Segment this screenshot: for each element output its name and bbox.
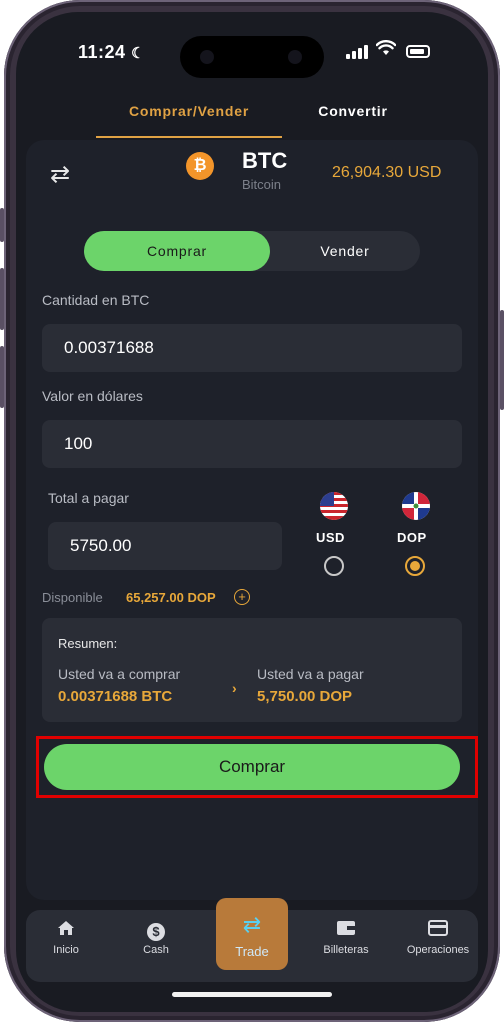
- usd-currency-label: USD: [316, 530, 345, 545]
- volume-down-button: [0, 346, 4, 408]
- wifi-icon: [375, 40, 397, 61]
- tab-buy-sell[interactable]: Comprar/Vender: [96, 100, 282, 138]
- nav-operations-label: Operaciones: [406, 944, 470, 956]
- volume-up-button: [0, 268, 4, 330]
- app-screen: 11:24 ☾ Comprar/Vender Convertir ⇄ ₿ BTC…: [16, 12, 488, 1012]
- summary-buy-label: Usted va a comprar: [58, 666, 181, 682]
- dop-radio[interactable]: [405, 556, 425, 576]
- sensor-icon: [288, 50, 302, 64]
- add-funds-icon[interactable]: +: [234, 589, 250, 605]
- do-flag-icon: [402, 492, 430, 520]
- nav-wallets-label: Billeteras: [323, 944, 369, 956]
- battery-icon: [406, 45, 430, 58]
- coin-name: Bitcoin: [242, 177, 282, 192]
- bitcoin-icon: ₿: [186, 152, 214, 180]
- wallet-icon: [306, 920, 386, 941]
- chevron-right-icon: ›: [232, 680, 237, 696]
- nav-home[interactable]: Inicio: [26, 910, 106, 982]
- buy-button[interactable]: Comprar: [44, 744, 460, 790]
- summary-title: Resumen:: [58, 636, 118, 651]
- available-label: Disponible: [42, 590, 103, 605]
- nav-wallets[interactable]: Billeteras: [306, 910, 386, 982]
- summary-panel: Resumen: Usted va a comprar 0.00371688 B…: [42, 618, 462, 722]
- nav-cash[interactable]: $ Cash: [116, 910, 196, 982]
- usd-radio[interactable]: [324, 556, 344, 576]
- amount-input[interactable]: 0.00371688: [42, 324, 462, 372]
- home-indicator[interactable]: [172, 992, 332, 997]
- status-time: 11:24 ☾: [78, 42, 146, 62]
- total-input[interactable]: 5750.00: [48, 522, 282, 570]
- summary-pay-label: Usted va a pagar: [257, 666, 364, 682]
- toggle-sell[interactable]: Vender: [270, 231, 420, 271]
- summary-pay-value: 5,750.00 DOP: [257, 688, 353, 705]
- camera-icon: [200, 50, 214, 64]
- power-button: [500, 310, 504, 410]
- signal-icon: [346, 45, 368, 59]
- dynamic-island: [180, 36, 324, 78]
- coin-price: 26,904.30 USD: [332, 164, 442, 181]
- nav-cash-label: Cash: [143, 944, 169, 956]
- dop-currency-label: DOP: [397, 530, 427, 545]
- buy-sell-toggle: Comprar Vender: [84, 231, 420, 271]
- silent-switch: [0, 208, 4, 242]
- nav-home-label: Inicio: [53, 944, 79, 956]
- swap-arrows-icon: ⇄: [242, 912, 262, 937]
- usd-value-input[interactable]: 100: [42, 420, 462, 468]
- total-label: Total a pagar: [48, 490, 129, 506]
- moon-icon: ☾: [131, 45, 146, 62]
- amount-label: Cantidad en BTC: [42, 292, 150, 308]
- usd-value-label: Valor en dólares: [42, 388, 143, 404]
- swap-icon[interactable]: ⇄: [50, 160, 70, 189]
- nav-trade[interactable]: ⇄ Trade: [216, 898, 288, 970]
- us-flag-icon: [320, 492, 348, 520]
- toggle-buy[interactable]: Comprar: [84, 231, 270, 271]
- summary-buy-value: 0.00371688 BTC: [58, 688, 173, 705]
- coin-symbol[interactable]: BTC: [242, 148, 287, 174]
- trade-tabs: Comprar/Vender Convertir: [16, 100, 488, 140]
- tab-convert[interactable]: Convertir: [298, 100, 408, 122]
- card-icon: [398, 920, 478, 941]
- home-icon: [26, 920, 106, 941]
- nav-operations[interactable]: Operaciones: [398, 910, 478, 982]
- nav-trade-label: Trade: [235, 944, 269, 959]
- dollar-icon: $: [116, 920, 196, 941]
- available-balance: 65,257.00 DOP: [126, 590, 216, 605]
- status-bar: 11:24 ☾: [16, 12, 488, 82]
